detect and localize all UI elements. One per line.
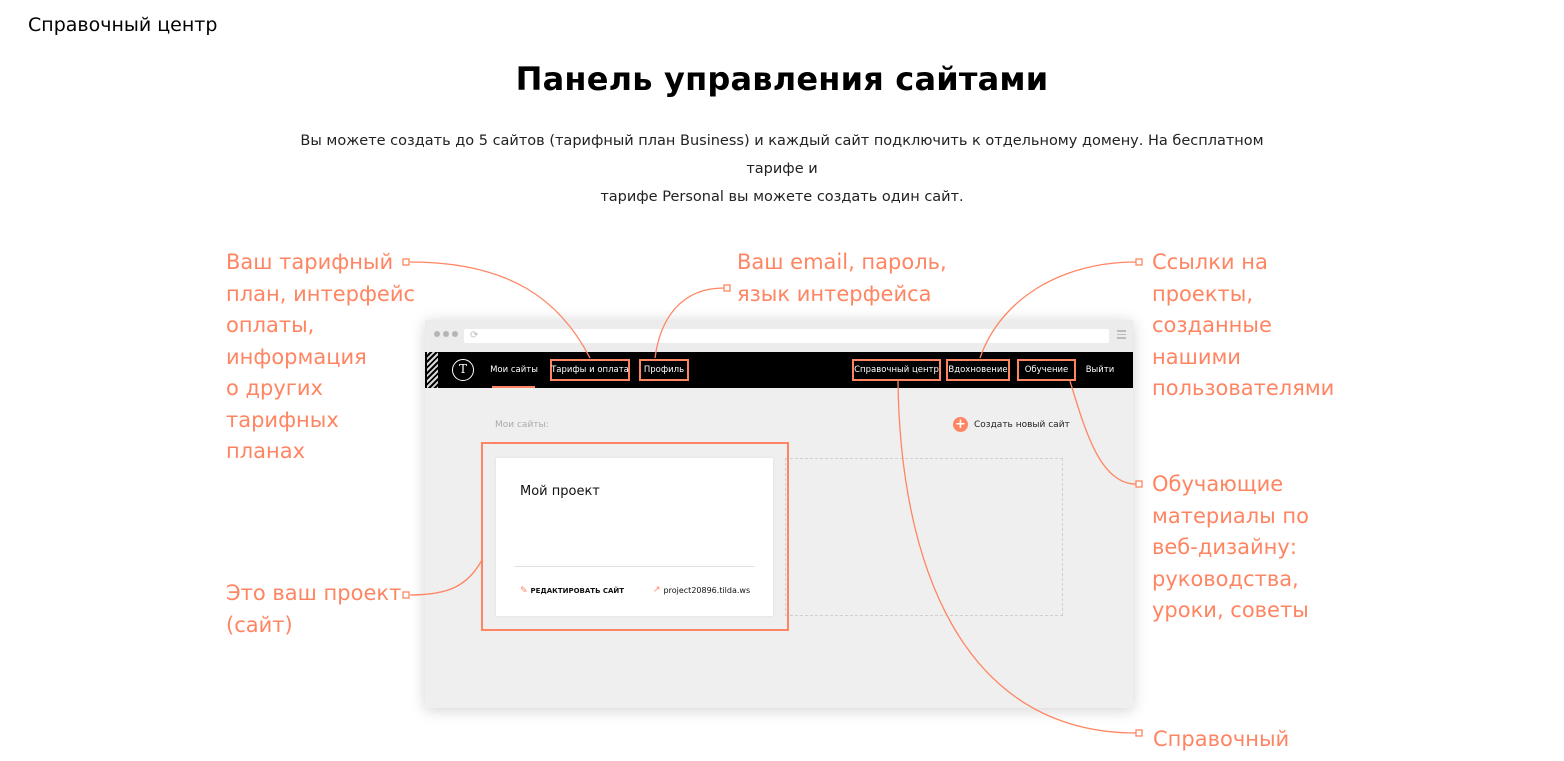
annotation-line: пользователями xyxy=(1152,376,1335,400)
annotation-line: (сайт) xyxy=(226,612,293,637)
annotation-line: язык интерфейса xyxy=(737,281,932,306)
browser-chrome: ⟳ xyxy=(425,320,1133,352)
reload-icon: ⟳ xyxy=(470,330,479,341)
nav-education[interactable]: Обучение xyxy=(1017,352,1076,388)
annotation-line: уроки, советы xyxy=(1152,598,1309,622)
annotation-line: информация xyxy=(226,344,367,369)
nav-help-center[interactable]: Справочный центр xyxy=(852,352,941,388)
annotation-line: Это ваш проект xyxy=(226,581,402,605)
connector-node xyxy=(1135,729,1143,737)
window-dots xyxy=(434,331,458,337)
create-site-label: Создать новый сайт xyxy=(974,419,1070,430)
nav-profile[interactable]: Профиль xyxy=(639,352,689,388)
page-title: Панель управления сайтами xyxy=(515,60,1049,98)
annotation-line: план, интерфейс xyxy=(226,281,416,306)
annotation-education: Обучающие материалы по веб-дизайну: руко… xyxy=(1152,469,1309,627)
annotation-line: созданные xyxy=(1152,313,1272,337)
connector-node xyxy=(1135,258,1143,266)
nav-logout[interactable]: Выйти xyxy=(1083,352,1117,388)
annotation-line: проекты, xyxy=(1152,281,1254,306)
nav-my-sites[interactable]: Мои сайты xyxy=(489,352,539,388)
connector-node xyxy=(1135,480,1143,488)
annotation-project: Это ваш проект (сайт) xyxy=(226,578,401,641)
project-highlight-box xyxy=(481,442,789,631)
nav-tariffs[interactable]: Тарифы и оплата xyxy=(550,352,630,388)
active-tab-indicator xyxy=(492,386,535,388)
annotation-help: Справочный xyxy=(1153,724,1289,756)
pattern-strip xyxy=(427,352,438,388)
page-subtitle: Вы можете создать до 5 сайтов (тарифный … xyxy=(300,127,1264,211)
annotation-line: Ваш тарифный xyxy=(226,250,394,274)
annotation-line: планах xyxy=(226,439,306,463)
help-center-title[interactable]: Справочный центр xyxy=(28,14,217,36)
connector-node xyxy=(402,591,410,599)
annotation-inspiration: Ссылки на проекты, созданные нашими поль… xyxy=(1152,247,1334,405)
menu-icon xyxy=(1117,330,1126,341)
my-sites-label: Мои сайты: xyxy=(495,420,549,430)
annotation-line: руководства, xyxy=(1152,566,1299,591)
annotation-line: веб-дизайну: xyxy=(1152,535,1297,559)
annotation-line: Ваш email, пароль, xyxy=(737,250,947,274)
annotation-line: Обучающие xyxy=(1152,472,1284,496)
annotation-line: о других xyxy=(226,376,323,400)
annotation-line: материалы по xyxy=(1152,503,1309,528)
annotation-tariff: Ваш тарифный план, интерфейс оплаты, инф… xyxy=(226,247,415,468)
annotation-line: Ссылки на xyxy=(1152,250,1268,274)
annotation-profile: Ваш email, пароль, язык интерфейса xyxy=(737,247,947,310)
plus-icon: + xyxy=(953,417,968,432)
annotation-line: нашими xyxy=(1152,344,1241,369)
address-bar: ⟳ xyxy=(464,329,1109,343)
browser-mockup: ⟳ T Мои сайты Тарифы и оплата Профиль Сп… xyxy=(425,320,1133,708)
annotation-line: оплаты, xyxy=(226,313,315,337)
subtitle-line-2: тарифе Personal вы можете создать один с… xyxy=(600,189,964,205)
nav-inspiration[interactable]: Вдохновение xyxy=(946,352,1010,388)
annotation-line: Справочный xyxy=(1153,727,1290,751)
create-site-button[interactable]: + Создать новый сайт xyxy=(953,417,1070,432)
subtitle-line-1: Вы можете создать до 5 сайтов (тарифный … xyxy=(300,133,1264,177)
empty-slot xyxy=(785,458,1063,616)
dashboard-navbar: T Мои сайты Тарифы и оплата Профиль Спра… xyxy=(425,352,1133,388)
annotation-line: тарифных xyxy=(226,407,339,432)
logo-icon[interactable]: T xyxy=(452,359,474,381)
connector-node xyxy=(723,284,731,292)
